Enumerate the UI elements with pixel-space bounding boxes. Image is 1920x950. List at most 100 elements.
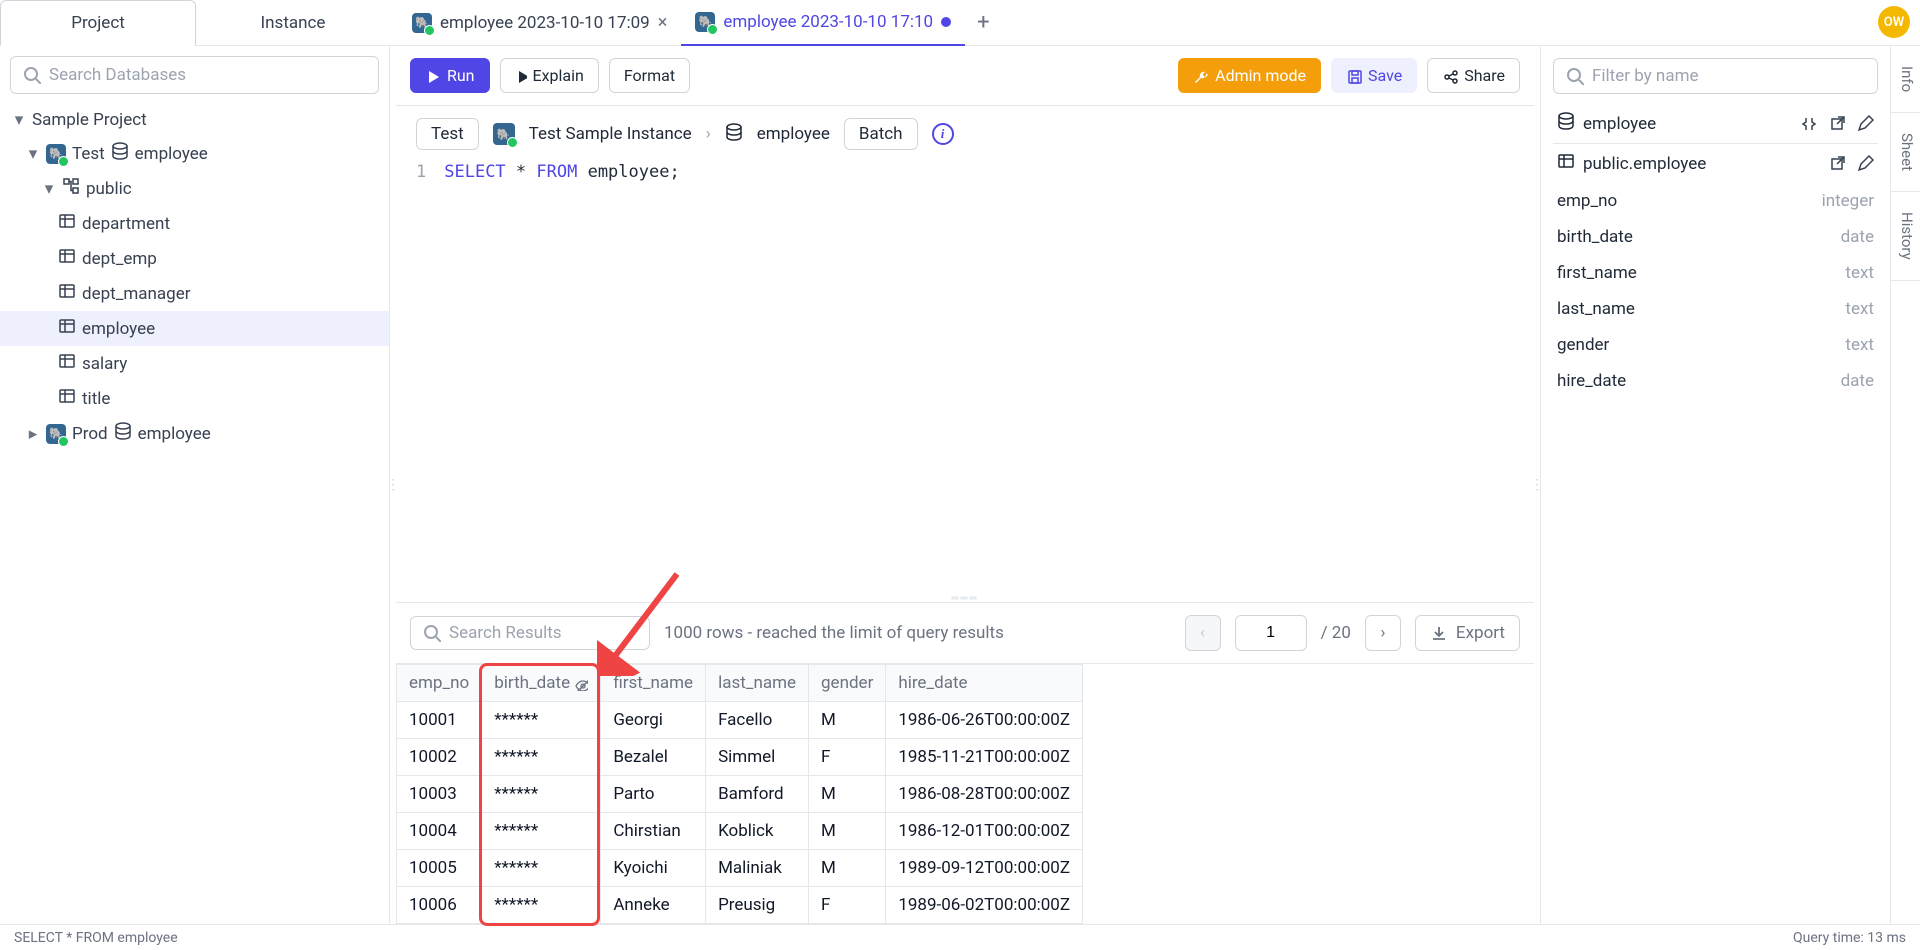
batch-button[interactable]: Batch	[844, 118, 918, 150]
env-pill[interactable]: Test	[416, 118, 479, 150]
cell: 1986-08-28T00:00:00Z	[886, 776, 1083, 813]
column-last_name[interactable]: last_nametext	[1553, 291, 1878, 327]
postgres-icon: 🐘	[695, 12, 715, 32]
cell: Kyoichi	[601, 850, 706, 887]
cell: Chirstian	[601, 813, 706, 850]
col-type: date	[1841, 371, 1874, 391]
new-tab-button[interactable]: +	[965, 10, 1001, 35]
tree-table-dept_manager[interactable]: dept_manager	[0, 276, 389, 311]
admin-mode-button[interactable]: Admin mode	[1178, 58, 1321, 93]
search-icon	[1566, 67, 1584, 85]
cell: ******	[482, 813, 601, 850]
close-icon[interactable]: ×	[658, 12, 668, 33]
col-type: date	[1841, 227, 1874, 247]
tree-env-test[interactable]: ▾ 🐘 Test employee	[0, 136, 389, 171]
db-name[interactable]: employee	[757, 124, 830, 144]
col-emp_no[interactable]: emp_no	[397, 665, 482, 702]
tree-table-employee[interactable]: employee	[0, 311, 389, 346]
sql-editor[interactable]: 1 SELECT * FROM employee;	[396, 162, 1534, 594]
tree-table-salary[interactable]: salary	[0, 346, 389, 381]
cell: Parto	[601, 776, 706, 813]
column-first_name[interactable]: first_nametext	[1553, 255, 1878, 291]
filter-input[interactable]: Filter by name	[1553, 58, 1878, 94]
tree-label: dept_manager	[82, 284, 191, 304]
tree-project[interactable]: ▾ Sample Project	[0, 104, 389, 136]
table-row[interactable]: 10002******BezalelSimmelF1985-11-21T00:0…	[397, 739, 1083, 776]
postgres-icon: 🐘	[412, 13, 432, 33]
col-hire_date[interactable]: hire_date	[886, 665, 1083, 702]
open-icon[interactable]	[1828, 155, 1846, 173]
col-type: integer	[1822, 191, 1874, 211]
column-emp_no[interactable]: emp_no integer	[1553, 183, 1878, 219]
col-first_name[interactable]: first_name	[601, 665, 706, 702]
tree-label: dept_emp	[82, 249, 157, 269]
tree-table-title[interactable]: title	[0, 381, 389, 416]
tab-project[interactable]: Project	[0, 0, 196, 46]
save-button[interactable]: Save	[1331, 58, 1417, 93]
database-icon	[725, 123, 743, 146]
instance-name[interactable]: Test Sample Instance	[529, 124, 692, 144]
tree-table-dept_emp[interactable]: dept_emp	[0, 241, 389, 276]
tree-env-prod[interactable]: ▸ 🐘 Prod employee	[0, 416, 389, 451]
col-name: gender	[1557, 335, 1609, 355]
tab-history[interactable]: History	[1891, 192, 1920, 281]
cell: Georgi	[601, 702, 706, 739]
run-button[interactable]: Run	[410, 58, 490, 93]
share-button[interactable]: Share	[1427, 58, 1520, 93]
tree-table-department[interactable]: department	[0, 206, 389, 241]
tree-schema-public[interactable]: ▾ public	[0, 171, 389, 206]
column-birth_date[interactable]: birth_datedate	[1553, 219, 1878, 255]
db-label: employee	[1583, 114, 1656, 134]
format-button[interactable]: Format	[609, 58, 690, 93]
col-last_name[interactable]: last_name	[706, 665, 809, 702]
table-row[interactable]: 10001******GeorgiFacelloM1986-06-26T00:0…	[397, 702, 1083, 739]
cell: M	[809, 702, 886, 739]
tab-sheet[interactable]: Sheet	[1891, 113, 1920, 192]
col-birth_date[interactable]: birth_date	[482, 665, 601, 702]
avatar[interactable]: OW	[1878, 6, 1910, 38]
toolbar: Run Explain Format Admin mode Save Share	[396, 46, 1534, 106]
results-panel: Search Results 1000 rows - reached the l…	[396, 602, 1534, 924]
edit-icon[interactable]	[1856, 115, 1874, 133]
postgres-icon: 🐘	[493, 123, 515, 145]
col-gender[interactable]: gender	[809, 665, 886, 702]
export-button[interactable]: Export	[1415, 615, 1520, 651]
caret-right-icon: ▸	[26, 424, 40, 444]
editor-tab-0[interactable]: 🐘 employee 2023-10-10 17:09 ×	[398, 0, 681, 46]
center-panel: Run Explain Format Admin mode Save Share…	[396, 46, 1534, 924]
horizontal-splitter[interactable]: ═══	[396, 594, 1534, 602]
share-icon	[1442, 68, 1458, 84]
cell: Preusig	[706, 887, 809, 924]
search-databases-input[interactable]: Search Databases	[10, 56, 379, 94]
table-row[interactable]: 10006******AnnekePreusigF1989-06-02T00:0…	[397, 887, 1083, 924]
table-row[interactable]: 10004******ChirstianKoblickM1986-12-01T0…	[397, 813, 1083, 850]
col-type: text	[1845, 263, 1874, 283]
column-hire_date[interactable]: hire_datedate	[1553, 363, 1878, 399]
table-row[interactable]: 10003******PartoBamfordM1986-08-28T00:00…	[397, 776, 1083, 813]
search-results-input[interactable]: Search Results	[410, 616, 650, 650]
page-input[interactable]	[1235, 615, 1307, 651]
edit-icon[interactable]	[1856, 155, 1874, 173]
button-label: Save	[1368, 66, 1402, 85]
filter-placeholder: Filter by name	[1592, 66, 1699, 86]
info-icon[interactable]: i	[932, 123, 954, 145]
col-type: text	[1845, 335, 1874, 355]
table-row[interactable]: 10005******KyoichiMaliniakM1989-09-12T00…	[397, 850, 1083, 887]
editor-tab-1[interactable]: 🐘 employee 2023-10-10 17:10	[681, 0, 965, 46]
button-label: Run	[447, 66, 475, 85]
col-name: emp_no	[1557, 191, 1617, 211]
explain-button[interactable]: Explain	[500, 58, 599, 93]
prev-page-button[interactable]: ‹	[1185, 615, 1221, 651]
column-gender[interactable]: gender text	[1553, 327, 1878, 363]
panel-table-row[interactable]: public.employee	[1553, 143, 1878, 183]
alter-icon[interactable]	[1800, 115, 1818, 133]
tree-label: Test	[72, 144, 105, 164]
search-placeholder: Search Databases	[49, 65, 186, 85]
open-icon[interactable]	[1828, 115, 1846, 133]
panel-db-row[interactable]: employee	[1553, 104, 1878, 143]
tab-instance[interactable]: Instance	[196, 0, 390, 46]
play-icon	[425, 68, 441, 84]
next-page-button[interactable]: ›	[1365, 615, 1401, 651]
cell: 10002	[397, 739, 482, 776]
tab-info[interactable]: Info	[1891, 46, 1920, 113]
